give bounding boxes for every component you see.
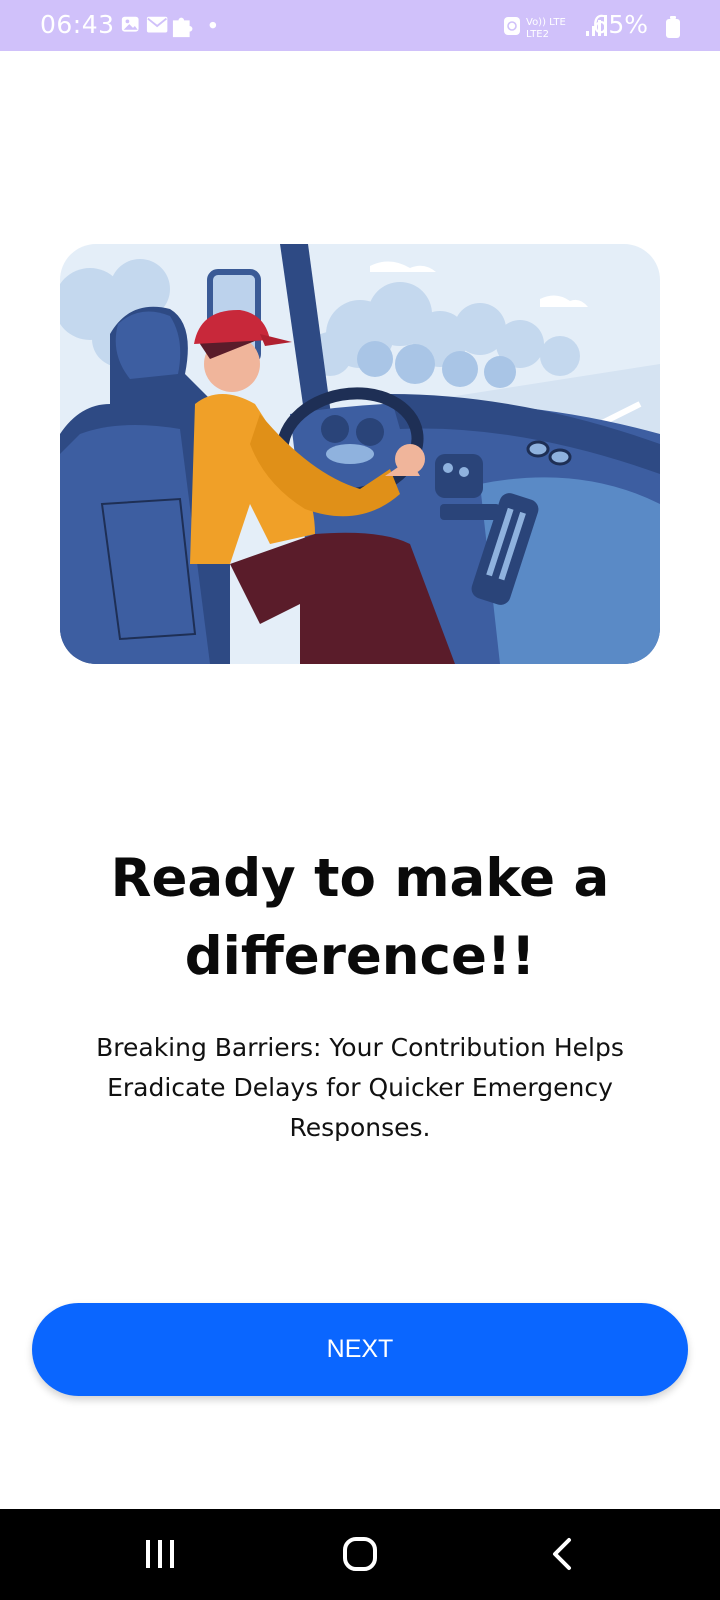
recent-apps-icon	[146, 1540, 174, 1568]
back-icon	[553, 1538, 571, 1570]
bus-driver-illustration	[60, 244, 660, 664]
svg-text:Vo)) LTE: Vo)) LTE	[526, 17, 566, 28]
gallery-icon	[121, 16, 139, 32]
home-icon	[343, 1537, 377, 1571]
home-button[interactable]	[325, 1527, 395, 1581]
puzzle-icon	[172, 17, 193, 38]
alarm-icon	[504, 17, 520, 35]
dot-icon	[209, 21, 217, 29]
next-button-label: NEXT	[326, 1335, 394, 1363]
mail-icon	[146, 16, 168, 33]
description: Breaking Barriers: Your Contribution Hel…	[96, 1033, 624, 1142]
navigation-bar	[0, 1509, 720, 1600]
status-time: 06:43	[40, 10, 115, 39]
notification-icons	[121, 16, 217, 38]
headline: Ready to make a difference!!	[110, 848, 610, 987]
battery-percent: 65%	[592, 10, 648, 39]
back-button[interactable]	[527, 1527, 597, 1581]
next-button[interactable]: NEXT	[32, 1303, 688, 1396]
svg-text:LTE2: LTE2	[526, 29, 549, 40]
recent-apps-button[interactable]	[125, 1527, 195, 1581]
battery-icon	[666, 16, 680, 38]
status-bar: 06:43 Vo)) LTE LTE2 65%	[0, 0, 720, 51]
